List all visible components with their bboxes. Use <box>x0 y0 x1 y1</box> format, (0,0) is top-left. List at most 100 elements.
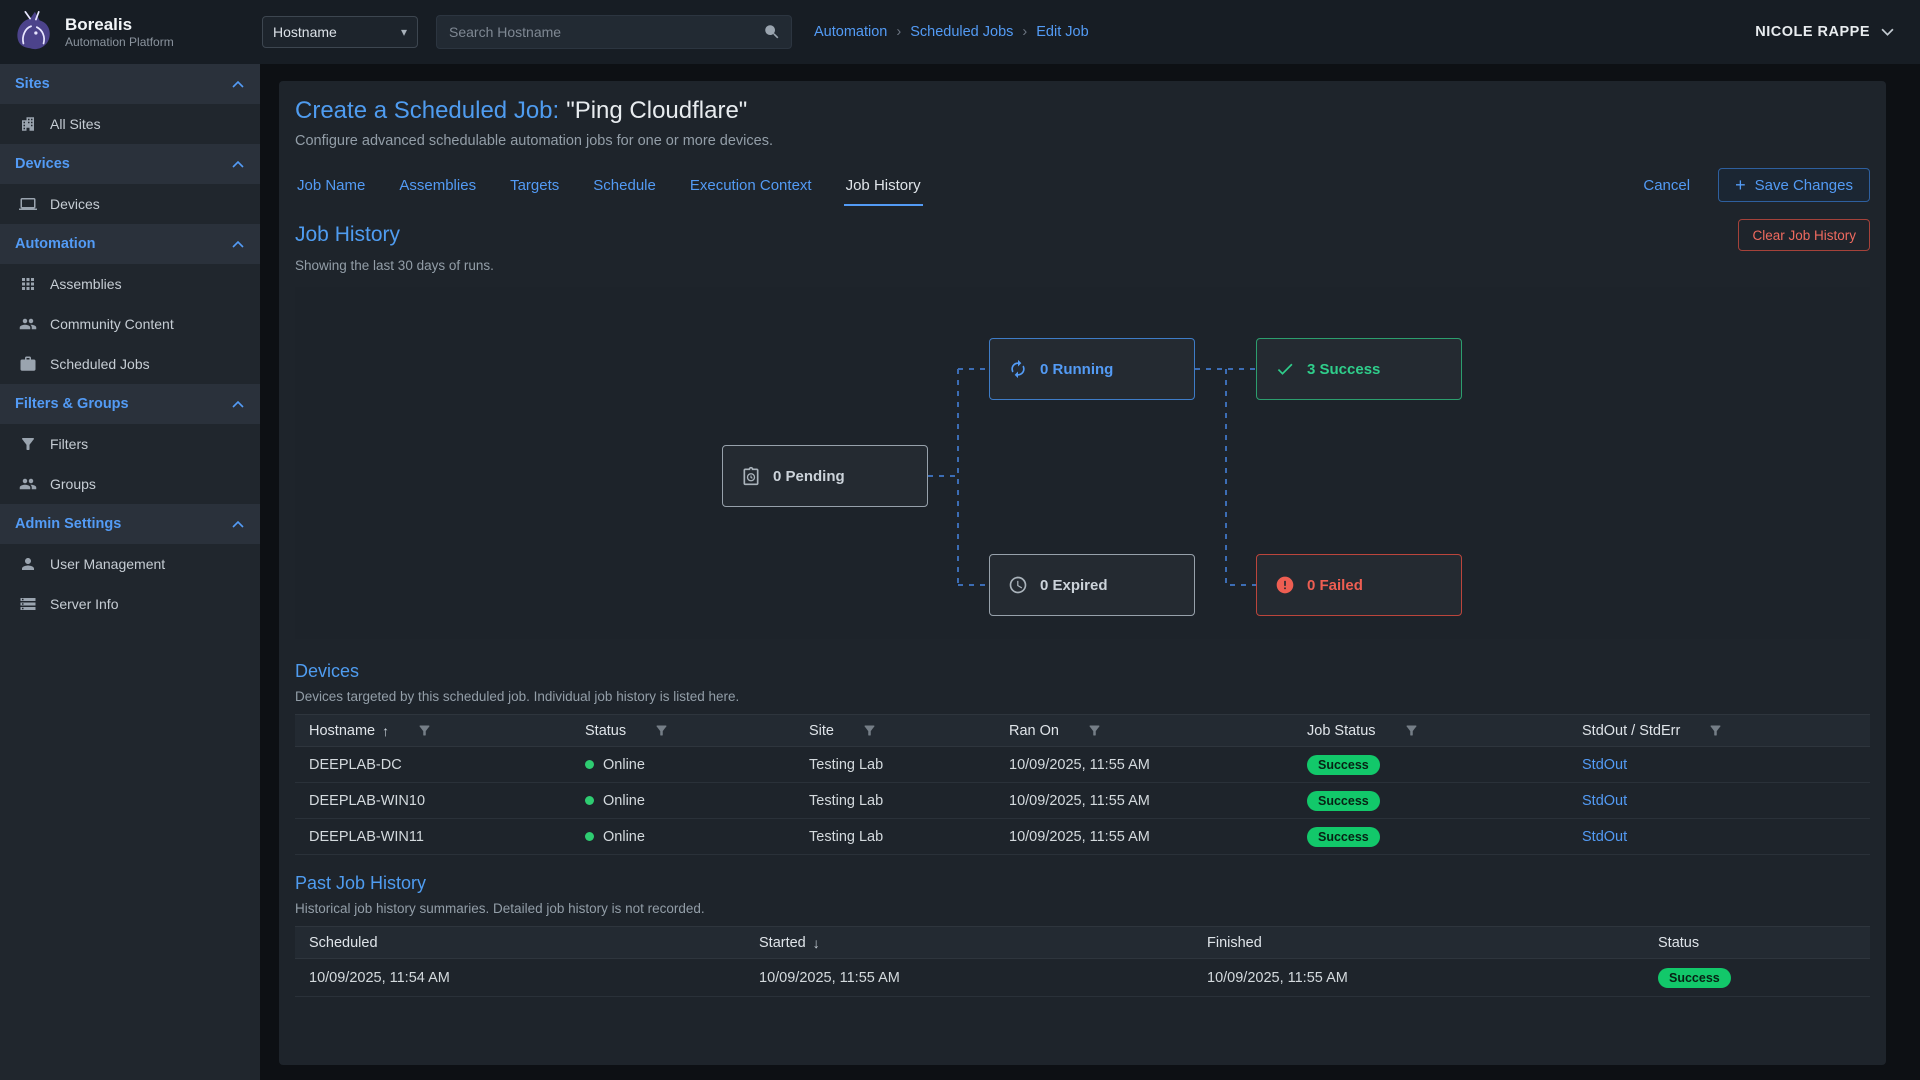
flow-node-pending[interactable]: 0 Pending <box>722 445 928 507</box>
finished-cell: 10/09/2025, 11:55 AM <box>1193 970 1644 986</box>
brand-name: Borealis <box>65 15 174 35</box>
past-history-header-row: Past Job History <box>295 873 1870 894</box>
sidebar-item-assemblies[interactable]: Assemblies <box>0 264 260 304</box>
tab-schedule[interactable]: Schedule <box>591 165 658 206</box>
filter-funnel-icon[interactable] <box>417 723 432 738</box>
column-header-scheduled[interactable]: Scheduled <box>295 935 745 951</box>
job-history-subheading: Showing the last 30 days of runs. <box>295 258 1870 273</box>
column-header-site[interactable]: Site <box>795 723 995 739</box>
tab-assemblies[interactable]: Assemblies <box>397 165 478 206</box>
online-status-dot <box>585 760 594 769</box>
tab-job-history[interactable]: Job History <box>844 165 923 206</box>
job-status-cell: Success <box>1293 827 1568 847</box>
chevron-up-icon <box>232 521 244 528</box>
section-label: Filters & Groups <box>15 396 129 412</box>
cancel-button[interactable]: Cancel <box>1637 176 1696 195</box>
flow-node-label: 0 Expired <box>1040 577 1108 594</box>
hostname-select[interactable]: Hostname ▾ <box>262 16 418 48</box>
save-changes-button[interactable]: + Save Changes <box>1718 168 1870 202</box>
top-bar: Borealis Automation Platform Hostname ▾ … <box>0 0 1920 64</box>
sidebar-item-all-sites[interactable]: All Sites <box>0 104 260 144</box>
column-header-finished[interactable]: Finished <box>1193 935 1644 951</box>
success-badge: Success <box>1307 755 1380 775</box>
chevron-up-icon <box>232 161 244 168</box>
site-cell: Testing Lab <box>795 829 995 845</box>
job-status-cell: Success <box>1293 755 1568 775</box>
online-status-dot <box>585 796 594 805</box>
page-title-prefix: Create a Scheduled Job: <box>295 97 559 124</box>
failed-error-icon <box>1275 575 1295 595</box>
sidebar-section-devices[interactable]: Devices <box>0 144 260 184</box>
column-header-hostname[interactable]: Hostname ↑ <box>295 723 571 739</box>
sidebar-item-server-info[interactable]: Server Info <box>0 584 260 624</box>
job-status-flow-diagram: 0 Pending 0 Running 3 Success 0 Expired <box>295 287 1870 639</box>
sidebar: Sites All Sites Devices Devices Automati… <box>0 64 260 1080</box>
flow-node-success[interactable]: 3 Success <box>1256 338 1462 400</box>
sort-desc-icon[interactable]: ↓ <box>813 935 820 951</box>
past-history-heading: Past Job History <box>295 873 426 894</box>
tab-targets[interactable]: Targets <box>508 165 561 206</box>
filter-funnel-icon[interactable] <box>1404 723 1419 738</box>
column-header-stdout[interactable]: StdOut / StdErr <box>1568 723 1870 739</box>
hostname-cell: DEEPLAB-WIN11 <box>295 829 571 845</box>
column-header-status[interactable]: Status <box>571 723 795 739</box>
stdout-link[interactable]: StdOut <box>1582 829 1627 845</box>
sort-asc-icon[interactable]: ↑ <box>382 723 389 739</box>
breadcrumb-edit-job[interactable]: Edit Job <box>1036 24 1088 40</box>
filter-funnel-icon[interactable] <box>1708 723 1723 738</box>
job-history-header-row: Job History Clear Job History <box>295 219 1870 251</box>
filter-funnel-icon[interactable] <box>1087 723 1102 738</box>
past-history-subheading: Historical job history summaries. Detail… <box>295 901 1870 916</box>
sidebar-item-label: Community Content <box>50 316 174 332</box>
sidebar-item-devices[interactable]: Devices <box>0 184 260 224</box>
server-icon <box>19 595 37 613</box>
breadcrumb: Automation › Scheduled Jobs › Edit Job <box>814 24 1089 40</box>
sidebar-item-label: Filters <box>50 436 88 452</box>
stdout-link[interactable]: StdOut <box>1582 793 1627 809</box>
online-status-dot <box>585 832 594 841</box>
chevron-up-icon <box>232 401 244 408</box>
main-content: Create a Scheduled Job:"Ping Cloudflare"… <box>260 64 1920 1080</box>
filter-funnel-icon[interactable] <box>654 723 669 738</box>
sidebar-item-scheduled-jobs[interactable]: Scheduled Jobs <box>0 344 260 384</box>
search-input[interactable] <box>447 23 763 41</box>
plus-icon: + <box>1735 176 1746 194</box>
sidebar-item-community-content[interactable]: Community Content <box>0 304 260 344</box>
flow-node-running[interactable]: 0 Running <box>989 338 1195 400</box>
user-menu[interactable]: NICOLE RAPPE <box>1755 24 1894 40</box>
hostname-cell: DEEPLAB-DC <box>295 757 571 773</box>
tab-execution-context[interactable]: Execution Context <box>688 165 814 206</box>
sidebar-section-admin-settings[interactable]: Admin Settings <box>0 504 260 544</box>
sidebar-item-user-management[interactable]: User Management <box>0 544 260 584</box>
sidebar-item-groups[interactable]: Groups <box>0 464 260 504</box>
sidebar-item-filters[interactable]: Filters <box>0 424 260 464</box>
ran-on-cell: 10/09/2025, 11:55 AM <box>995 829 1293 845</box>
save-changes-label: Save Changes <box>1755 177 1853 194</box>
sidebar-section-automation[interactable]: Automation <box>0 224 260 264</box>
success-badge: Success <box>1307 791 1380 811</box>
flow-node-failed[interactable]: 0 Failed <box>1256 554 1462 616</box>
search-icon[interactable] <box>763 23 781 41</box>
job-history-heading: Job History <box>295 223 400 247</box>
sidebar-section-filters-groups[interactable]: Filters & Groups <box>0 384 260 424</box>
breadcrumb-scheduled-jobs[interactable]: Scheduled Jobs <box>910 24 1013 40</box>
sidebar-item-label: Groups <box>50 476 96 492</box>
column-header-job-status[interactable]: Job Status <box>1293 723 1568 739</box>
column-header-ran-on[interactable]: Ran On <box>995 723 1293 739</box>
hostname-search[interactable] <box>436 15 792 49</box>
section-label: Automation <box>15 236 96 252</box>
breadcrumb-separator: › <box>896 24 901 40</box>
tab-job-name[interactable]: Job Name <box>295 165 367 206</box>
status-cell: Success <box>1644 968 1870 988</box>
column-header-started[interactable]: Started ↓ <box>745 935 1193 951</box>
flow-node-expired[interactable]: 0 Expired <box>989 554 1195 616</box>
briefcase-icon <box>19 355 37 373</box>
clear-job-history-button[interactable]: Clear Job History <box>1738 219 1870 251</box>
sidebar-section-sites[interactable]: Sites <box>0 64 260 104</box>
column-header-status[interactable]: Status <box>1644 935 1870 951</box>
devices-table: Hostname ↑ Status Site Ran On Job <box>295 714 1870 855</box>
breadcrumb-automation[interactable]: Automation <box>814 24 887 40</box>
devices-table-header: Hostname ↑ Status Site Ran On Job <box>295 714 1870 747</box>
stdout-link[interactable]: StdOut <box>1582 757 1627 773</box>
filter-funnel-icon[interactable] <box>862 723 877 738</box>
